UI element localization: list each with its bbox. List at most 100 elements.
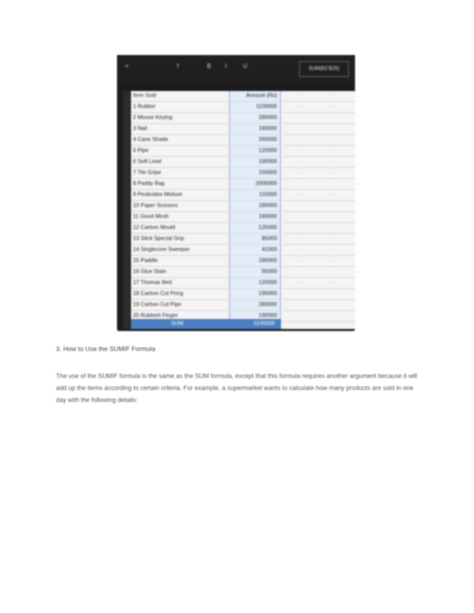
item-name-cell: 15 Paddle [133, 258, 158, 264]
item-name-cell: 8 Paddy Bag [133, 181, 165, 187]
empty-cell: · [301, 269, 303, 275]
empty-cell: · [301, 291, 303, 297]
empty-cell: · [301, 115, 303, 121]
empty-cell: · [301, 247, 303, 253]
header-value-cell: Amount (Rs) [229, 91, 281, 101]
item-name-cell: 18 Carbon Cut Pring [133, 291, 184, 297]
empty-cell: · [301, 104, 303, 110]
amount-cell: 180000 [229, 212, 281, 222]
toolbar-item: I [225, 64, 227, 70]
empty-cell: · [301, 203, 303, 209]
empty-cell: · [331, 126, 333, 132]
table-row: 17 Thomas Bed 120000 · · [131, 278, 355, 289]
empty-cell: · [331, 280, 333, 286]
header-row: Item Sold Amount (Rs) · · [131, 91, 355, 102]
amount-cell: 190000 [229, 157, 281, 167]
amount-cell: 180000 [229, 256, 281, 266]
section-paragraph: The use of the SUMIF formula is the same… [56, 373, 418, 404]
amount-cell: 260000 [229, 135, 281, 145]
toolbar-item: f [177, 64, 179, 70]
table-row: 7 Tile Gripe 150000 · · [131, 168, 355, 179]
amount-cell: 85000 [229, 234, 281, 244]
empty-cell: · [301, 181, 303, 187]
item-name-cell: 5 Pipe [133, 148, 149, 154]
table-row: 5 Pipe 120000 · · [131, 146, 355, 157]
table-row: 1 Rubber 1100000 · · [131, 102, 355, 113]
empty-cell: · [331, 170, 333, 176]
empty-cell: · [331, 291, 333, 297]
spreadsheet-toolbar: = f B I U SUM(B2:B25) [117, 55, 355, 83]
empty-cell: · [331, 137, 333, 143]
amount-cell: 150000 [229, 168, 281, 178]
empty-cell: · [301, 137, 303, 143]
amount-cell: 41000 [229, 245, 281, 255]
item-name-cell: 12 Carbon Mould [133, 225, 176, 231]
total-row: SUM 5245000 [131, 319, 281, 329]
empty-cell: · [301, 159, 303, 165]
empty-cell: · [301, 93, 303, 99]
total-label: SUM [171, 321, 184, 327]
table-row: 2 Mouse Keying 280000 · · [131, 113, 355, 124]
empty-cell: · [301, 148, 303, 154]
amount-cell: 280000 [229, 300, 281, 310]
empty-cell: · [301, 126, 303, 132]
empty-cell: · [331, 192, 333, 198]
item-name-cell: 11 Good Mesh [133, 214, 169, 220]
item-name-cell: 7 Tile Gripe [133, 170, 162, 176]
empty-cell: · [301, 280, 303, 286]
table-row: 9 Pesticides Mixture 110000 · · [131, 190, 355, 201]
amount-cell: 190000 [229, 289, 281, 299]
formula-name-box: SUM(B2:B25) [299, 61, 349, 77]
item-name-cell: 13 Stick Special Grip [133, 236, 185, 242]
item-name-cell: 17 Thomas Bed [133, 280, 172, 286]
toolbar-item: B [207, 64, 212, 70]
item-name-cell: 14 Singlecore Sweeper [133, 247, 190, 253]
empty-cell: · [301, 225, 303, 231]
amount-cell: 280000 [229, 113, 281, 123]
empty-cell: · [331, 214, 333, 220]
table-row: 15 Paddle 180000 · · [131, 256, 355, 267]
section-heading: 3. How to Use the SUMIF Formula [56, 346, 156, 353]
amount-cell: 1100000 [229, 102, 281, 112]
table-row: 11 Good Mesh 180000 · · [131, 212, 355, 223]
empty-cell: · [301, 258, 303, 264]
empty-cell: · [331, 302, 333, 308]
empty-cell: · [331, 225, 333, 231]
table-row: 14 Singlecore Sweeper 41000 · · [131, 245, 355, 256]
empty-cell: · [331, 269, 333, 275]
amount-cell: 55000 [229, 267, 281, 277]
item-name-cell: 16 Glue Stain [133, 269, 167, 275]
empty-cell: · [331, 247, 333, 253]
table-row: 16 Glue Stain 55000 · · [131, 267, 355, 278]
spreadsheet-grid: Item Sold Amount (Rs) · · 1 Rubber 110000… [123, 91, 355, 329]
item-name-cell: 2 Mouse Keying [133, 115, 173, 121]
empty-cell: · [301, 313, 303, 319]
sheet-rows: Item Sold Amount (Rs) · · 1 Rubber 110000… [131, 91, 355, 322]
empty-cell: · [301, 302, 303, 308]
toolbar-item: = [125, 64, 129, 70]
table-row: 18 Carbon Cut Pring 190000 · · [131, 289, 355, 300]
table-row: 13 Stick Special Grip 85000 · · [131, 234, 355, 245]
table-row: 19 Carbon Cut Pipe 280000 · · [131, 300, 355, 311]
amount-cell: 120000 [229, 146, 281, 156]
row-number-column [123, 91, 131, 329]
amount-cell: 110000 [229, 190, 281, 200]
empty-cell: · [331, 148, 333, 154]
amount-cell: 180000 [229, 201, 281, 211]
empty-cell: · [301, 192, 303, 198]
empty-cell: · [331, 258, 333, 264]
empty-cell: · [331, 236, 333, 242]
item-name-cell: 10 Paper Scissors [133, 203, 178, 209]
document-page: = f B I U SUM(B2:B25) Item Sold Amount (… [0, 0, 474, 613]
empty-cell: · [301, 236, 303, 242]
item-name-cell: 19 Carbon Cut Pipe [133, 302, 182, 308]
empty-cell: · [301, 214, 303, 220]
empty-cell: · [331, 203, 333, 209]
item-name-cell: 3 Nail [133, 126, 148, 132]
item-name-cell: 1 Rubber [133, 104, 156, 110]
table-row: 12 Carbon Mould 125000 · · [131, 223, 355, 234]
table-row: 10 Paper Scissors 180000 · · [131, 201, 355, 212]
table-row: 8 Paddy Bag 2000000 · · [131, 179, 355, 190]
empty-cell: · [331, 313, 333, 319]
empty-cell: · [331, 159, 333, 165]
